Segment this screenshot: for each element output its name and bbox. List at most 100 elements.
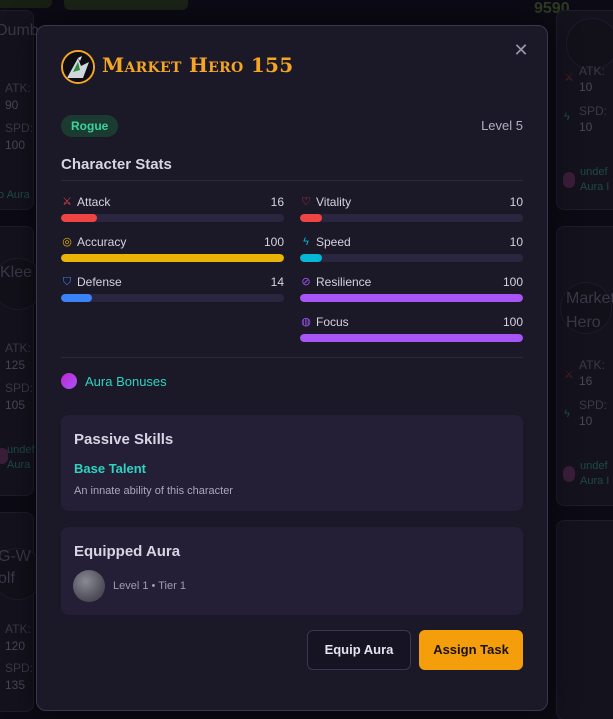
stat-value: 16 bbox=[270, 195, 284, 209]
bg-atk-label: ATK: bbox=[5, 622, 31, 636]
stat-bar-fill bbox=[61, 294, 93, 302]
stat-value: 100 bbox=[502, 275, 523, 289]
stat-value: 14 bbox=[270, 275, 284, 289]
divider bbox=[61, 180, 523, 181]
stat-bar-fill bbox=[61, 254, 284, 262]
stat-label: Focus bbox=[316, 315, 349, 329]
bg-card-name: G-Wolf bbox=[0, 548, 31, 587]
bg-atk-value: 10 bbox=[579, 80, 593, 94]
aura-orb-icon bbox=[61, 373, 77, 389]
aura-level-tier: Level 1 • Tier 1 bbox=[113, 580, 186, 592]
stat-resilience: ⊘ Resilience 100 bbox=[300, 275, 523, 305]
target-icon: ◎ bbox=[62, 236, 72, 248]
brain-icon: ◍ bbox=[301, 316, 311, 328]
stat-focus: ◍ Focus 100 bbox=[300, 315, 523, 345]
bg-atk-label: ATK: bbox=[579, 358, 605, 372]
bg-atk-label: ATK: bbox=[579, 64, 605, 78]
bg-aura-text: Aura bbox=[7, 459, 31, 471]
stat-bar-track bbox=[300, 214, 523, 222]
shield-off-icon: ⊘ bbox=[301, 276, 311, 288]
stat-vitality: ♡ Vitality 10 bbox=[300, 195, 523, 225]
stat-bar-track bbox=[300, 294, 523, 302]
bg-speed-boost-chip bbox=[64, 0, 188, 10]
bg-avatar bbox=[566, 18, 613, 70]
close-icon[interactable]: ✕ bbox=[513, 41, 529, 59]
stat-label: Resilience bbox=[316, 275, 372, 289]
stat-value: 100 bbox=[502, 315, 523, 329]
shield-icon: ⛉ bbox=[62, 276, 72, 288]
bg-spd-value: 105 bbox=[5, 398, 26, 412]
bg-card-right-3 bbox=[556, 520, 613, 719]
stat-bar-track bbox=[61, 214, 284, 222]
aura-orb-icon bbox=[73, 570, 105, 602]
stat-value: 10 bbox=[509, 235, 523, 249]
stat-accuracy: ◎ Accuracy 100 bbox=[61, 235, 284, 265]
swords-icon: ⚔ bbox=[564, 72, 574, 84]
skill-name: Base Talent bbox=[74, 461, 147, 476]
equipped-aura-title: Equipped Aura bbox=[74, 543, 181, 560]
skill-description: An innate ability of this character bbox=[74, 485, 233, 497]
stat-bar-track bbox=[300, 334, 523, 342]
stat-speed: ϟ Speed 10 bbox=[300, 235, 523, 265]
bg-atk-value: 16 bbox=[579, 374, 593, 388]
bg-card-name: Market bbox=[566, 290, 613, 307]
stat-label: Vitality bbox=[316, 195, 352, 209]
stat-label: Attack bbox=[77, 195, 111, 209]
bg-aura-text: Aura I bbox=[580, 181, 610, 193]
stats-section-title: Character Stats bbox=[61, 156, 172, 173]
divider bbox=[61, 357, 523, 358]
bg-spd-label: SPD: bbox=[5, 381, 34, 395]
bg-atk-value: 125 bbox=[5, 358, 26, 372]
passive-skills-title: Passive Skills bbox=[74, 431, 174, 448]
bg-spd-label: SPD: bbox=[579, 398, 608, 412]
bg-status-chip bbox=[0, 0, 52, 8]
passive-skills-panel: Passive Skills Base Talent An innate abi… bbox=[61, 415, 523, 511]
bg-atk-label: ATK: bbox=[5, 341, 31, 355]
bg-card-name: Klee bbox=[0, 264, 33, 281]
stat-bar-fill bbox=[61, 214, 97, 222]
stat-label: Defense bbox=[77, 275, 122, 289]
assign-task-button[interactable]: Assign Task bbox=[419, 630, 523, 670]
bg-spd-value: 100 bbox=[5, 138, 26, 152]
bg-atk-label: ATK: bbox=[5, 81, 31, 95]
bg-spd-label: SPD: bbox=[579, 104, 608, 118]
stat-bar-track bbox=[61, 294, 284, 302]
bg-aura-dot bbox=[563, 172, 575, 188]
hero-name: Market Hero 155 bbox=[102, 53, 294, 77]
bg-aura-text: undef bbox=[580, 460, 608, 472]
stat-bar-track bbox=[300, 254, 523, 262]
stat-bar-track bbox=[61, 254, 284, 262]
bg-spd-value: 10 bbox=[579, 414, 593, 428]
swords-icon: ⚔ bbox=[62, 196, 72, 208]
swords-icon: ⚔ bbox=[564, 369, 574, 381]
class-badge: Rogue bbox=[61, 115, 119, 137]
stat-bar-fill bbox=[300, 334, 523, 342]
lightning-icon: ϟ bbox=[564, 111, 570, 123]
hero-avatar bbox=[61, 50, 95, 84]
bg-spd-label: SPD: bbox=[5, 121, 34, 135]
bg-aura-text: undef bbox=[580, 166, 608, 178]
hero-portrait-icon bbox=[63, 52, 93, 82]
stat-defense: ⛉ Defense 14 bbox=[61, 275, 284, 305]
bg-card-name: Dumb bbox=[0, 22, 39, 39]
aura-bonuses-label: Aura Bonuses bbox=[85, 374, 167, 389]
bg-aura-text: undef bbox=[7, 444, 35, 456]
bg-aura-dot bbox=[563, 466, 575, 482]
stat-bar-fill bbox=[300, 294, 523, 302]
bg-aura-text: Aura I bbox=[580, 475, 610, 487]
bg-spd-value: 135 bbox=[5, 678, 26, 692]
equip-aura-button[interactable]: Equip Aura bbox=[307, 630, 411, 670]
lightning-icon: ϟ bbox=[303, 236, 309, 248]
bg-spd-label: SPD: bbox=[5, 661, 34, 675]
level-label: Level 5 bbox=[481, 118, 523, 133]
stat-value: 100 bbox=[263, 235, 284, 249]
lightning-icon: ϟ bbox=[564, 408, 570, 420]
equipped-aura-panel: Equipped Aura Level 1 • Tier 1 bbox=[61, 527, 523, 615]
bg-atk-value: 90 bbox=[5, 98, 19, 112]
heart-icon: ♡ bbox=[301, 196, 311, 208]
bg-aura-text: o Aura bbox=[0, 189, 30, 201]
bg-atk-value: 120 bbox=[5, 639, 26, 653]
stat-label: Accuracy bbox=[77, 235, 127, 249]
stat-value: 10 bbox=[509, 195, 523, 209]
bg-card-name: Hero bbox=[566, 314, 601, 331]
